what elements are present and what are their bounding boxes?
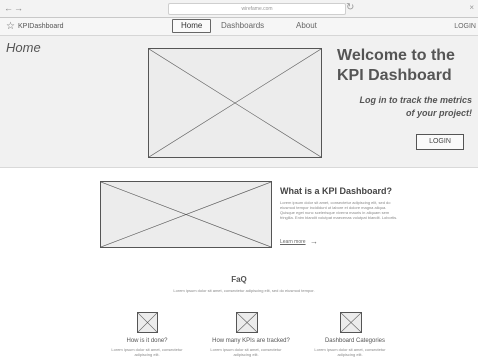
faq-column-body-1: Lorem ipsum dolor sit amet, consectetur … bbox=[111, 347, 183, 357]
back-arrow-icon[interactable]: ← bbox=[4, 2, 13, 14]
about-image-cross-icon bbox=[101, 182, 271, 247]
faq-image-cross-icon bbox=[237, 313, 257, 332]
hero-tagline: Log in to track the metrics of your proj… bbox=[359, 95, 472, 118]
close-icon[interactable]: × bbox=[469, 2, 474, 14]
faq-image-placeholder-3 bbox=[340, 312, 362, 333]
star-icon: ☆ bbox=[6, 21, 15, 32]
faq-subtitle: Lorem ipsum dolor sit amet, consectetur … bbox=[173, 288, 315, 293]
browser-chrome: ← → wirefame.com ↻ × bbox=[0, 0, 478, 18]
hero-section: Home Welcome to the KPI Dashboard Log in… bbox=[0, 36, 478, 168]
arrow-right-icon[interactable]: → bbox=[310, 236, 318, 247]
address-bar[interactable]: wirefame.com bbox=[168, 3, 346, 15]
faq-column-title-3: Dashboard Categories bbox=[324, 338, 386, 344]
faq-image-cross-icon bbox=[138, 313, 157, 332]
nav-about[interactable]: About bbox=[296, 20, 317, 32]
faq-image-placeholder-2 bbox=[236, 312, 258, 333]
faq-column-title-1: How is it done? bbox=[126, 338, 168, 344]
brand-name[interactable]: KPIDashboard bbox=[18, 21, 64, 32]
welcome-heading: Welcome to the KPI Dashboard bbox=[337, 47, 455, 84]
faq-column-body-3: Lorem ipsum dolor sit amet, consectetur … bbox=[314, 347, 386, 357]
faq-image-cross-icon bbox=[341, 313, 361, 332]
faq-image-placeholder-1 bbox=[137, 312, 158, 333]
about-heading: What is a KPI Dashboard? bbox=[280, 186, 393, 196]
reload-icon[interactable]: ↻ bbox=[346, 1, 354, 15]
hero-image-cross-icon bbox=[149, 49, 321, 157]
nav-dashboards[interactable]: Dashboards bbox=[221, 20, 264, 32]
nav-home[interactable]: Home bbox=[172, 19, 212, 33]
login-link[interactable]: LOGIN bbox=[454, 21, 476, 32]
faq-column-title-2: How many KPIs are tracked? bbox=[212, 338, 290, 344]
learn-more-link[interactable]: Learn more bbox=[280, 239, 306, 246]
faq-heading: FaQ bbox=[231, 275, 247, 284]
forward-arrow-icon[interactable]: → bbox=[14, 2, 23, 14]
top-nav-bar: ☆ KPIDashboard Home Dashboards About LOG… bbox=[0, 18, 478, 36]
hero-image-placeholder bbox=[148, 48, 322, 158]
login-button[interactable]: LOGIN bbox=[416, 134, 464, 150]
page-title: Home bbox=[6, 40, 41, 55]
faq-column-body-2: Lorem ipsum dolor sit amet, consectetur … bbox=[210, 347, 282, 357]
about-body: Lorem ipsum dolor sit amet, consectetur … bbox=[280, 200, 398, 220]
about-image-placeholder bbox=[100, 181, 272, 248]
